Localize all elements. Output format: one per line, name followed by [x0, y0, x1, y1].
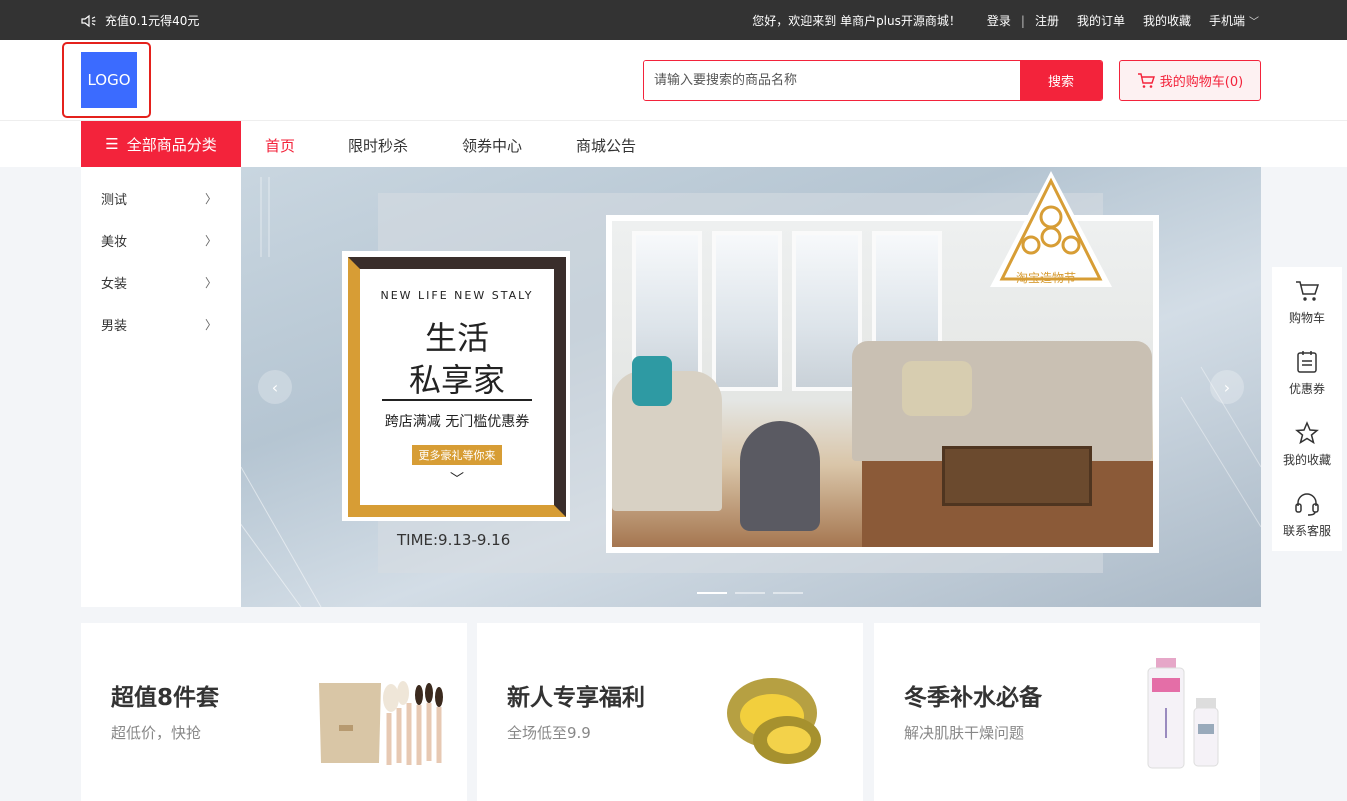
mobile-link[interactable]: 手机端 — [1209, 12, 1245, 29]
chevron-right-icon: 〉 — [204, 233, 217, 248]
category-label: 测试 — [101, 192, 128, 208]
chevron-down-icon: ﹀ — [1249, 17, 1259, 28]
poster-title-line1: 生活 — [424, 319, 489, 357]
nav-home[interactable]: 首页 — [265, 135, 295, 156]
chevron-right-icon: 〉 — [204, 191, 217, 206]
float-coupon-button[interactable]: 优惠券 — [1272, 338, 1342, 409]
float-cart-label: 购物车 — [1288, 311, 1325, 325]
promo-card[interactable]: 超值8件套 超低价，快抢 — [81, 623, 467, 801]
poster-title-line2: 私享家 — [408, 361, 505, 399]
banner-prev-button[interactable]: ‹ — [258, 370, 292, 404]
nav-flash-sale[interactable]: 限时秒杀 — [348, 135, 408, 156]
notice-text: 充值0.1元得40元 — [105, 14, 200, 28]
chevron-down-icon: ﹀ — [450, 472, 464, 488]
carousel-dot[interactable] — [735, 592, 765, 594]
lotion-bottle-image — [1147, 658, 1219, 769]
my-favorites-link[interactable]: 我的收藏 — [1143, 12, 1191, 29]
carousel-dot[interactable] — [697, 592, 727, 594]
event-time: TIME:9.13-9.16 — [397, 531, 511, 549]
category-item[interactable]: 女装 〉 — [81, 261, 241, 303]
durian-image — [727, 678, 821, 764]
top-bar: 充值0.1元得40元 您好，欢迎来到 单商户plus开源商城！ 登录 | 注册 … — [0, 0, 1347, 40]
header: LOGO 搜索 我的购物车(0) — [0, 40, 1347, 121]
headset-icon — [1295, 493, 1319, 516]
search-button[interactable]: 搜索 — [1020, 61, 1102, 100]
logo-highlight: LOGO — [62, 42, 151, 118]
all-categories-button[interactable]: ☰ 全部商品分类 — [81, 121, 241, 167]
promo-card[interactable]: 新人专享福利 全场低至9.9 — [477, 623, 863, 801]
promo-subtitle: 解决肌肤干燥问题 — [904, 724, 1025, 742]
coupon-icon — [1297, 351, 1317, 373]
category-item[interactable]: 美妆 〉 — [81, 219, 241, 261]
login-link[interactable]: 登录 — [987, 12, 1011, 29]
promo-title: 超值8件套 — [111, 685, 220, 711]
promo-title: 冬季补水必备 — [904, 685, 1042, 711]
welcome-text: 您好，欢迎来到 单商户plus开源商城！ — [752, 14, 961, 28]
chevron-right-icon: › — [1223, 377, 1231, 397]
category-item[interactable]: 男装 〉 — [81, 303, 241, 345]
category-item[interactable]: 测试 〉 — [81, 177, 241, 219]
logo[interactable]: LOGO — [81, 52, 137, 108]
float-service-button[interactable]: 联系客服 — [1272, 480, 1342, 551]
chevron-right-icon: 〉 — [204, 275, 217, 290]
poster-en-title: NEW LIFE NEW STALY — [380, 289, 534, 302]
nav-coupon-center[interactable]: 领券中心 — [462, 135, 522, 156]
cart-icon — [1137, 72, 1155, 88]
promo-subtitle: 全场低至9.9 — [507, 724, 591, 742]
float-cart-button[interactable]: 购物车 — [1272, 267, 1342, 338]
hero-banner[interactable]: NEW LIFE NEW STALY 生活 私享家 跨店满减 无门槛优惠券 更多… — [241, 167, 1261, 607]
promo-poster-card: NEW LIFE NEW STALY 生活 私享家 跨店满减 无门槛优惠券 更多… — [342, 251, 570, 521]
nav-announcements[interactable]: 商城公告 — [576, 135, 636, 156]
festival-label: 淘宝造物节 — [1016, 271, 1077, 285]
poster-subtitle: 跨店满减 无门槛优惠券 — [384, 414, 530, 430]
float-favorites-button[interactable]: 我的收藏 — [1272, 409, 1342, 480]
chevron-left-icon: ‹ — [271, 377, 279, 397]
chevron-right-icon: 〉 — [204, 317, 217, 332]
all-categories-label: 全部商品分类 — [126, 135, 217, 154]
carousel-dots — [697, 592, 803, 594]
my-orders-link[interactable]: 我的订单 — [1077, 12, 1125, 29]
my-cart-button[interactable]: 我的购物车(0) — [1119, 60, 1261, 101]
search-input[interactable] — [644, 61, 1020, 100]
star-icon — [1295, 421, 1319, 445]
brush-set-image — [319, 681, 443, 765]
poster-button[interactable]: 更多豪礼等你来 — [412, 445, 502, 465]
divider: | — [1020, 13, 1025, 28]
category-sidebar: 测试 〉 美妆 〉 女装 〉 男装 〉 — [81, 167, 241, 607]
carousel-dot[interactable] — [773, 592, 803, 594]
search-box: 搜索 — [643, 60, 1103, 101]
float-favorites-label: 我的收藏 — [1282, 453, 1331, 467]
floating-toolbar: 购物车 优惠券 我的收藏 联系客服 — [1272, 267, 1342, 551]
register-link[interactable]: 注册 — [1035, 12, 1059, 29]
speaker-icon — [81, 14, 96, 27]
main-nav: ☰ 全部商品分类 首页 限时秒杀 领券中心 商城公告 — [0, 121, 1347, 167]
category-label: 美妆 — [101, 234, 128, 250]
promo-card[interactable]: 冬季补水必备 解决肌肤干燥问题 — [874, 623, 1260, 801]
float-service-label: 联系客服 — [1282, 524, 1331, 538]
banner-next-button[interactable]: › — [1210, 370, 1244, 404]
float-coupon-label: 优惠券 — [1288, 382, 1325, 396]
cart-label: 我的购物车(0) — [1159, 75, 1244, 90]
category-label: 男装 — [101, 318, 128, 334]
promo-subtitle: 超低价，快抢 — [111, 724, 202, 742]
menu-icon: ☰ — [105, 135, 119, 153]
cart-icon — [1296, 281, 1320, 301]
recharge-notice[interactable]: 充值0.1元得40元 — [81, 12, 199, 29]
poster-divider — [382, 399, 532, 401]
promo-title: 新人专享福利 — [507, 685, 645, 711]
category-label: 女装 — [101, 276, 128, 292]
